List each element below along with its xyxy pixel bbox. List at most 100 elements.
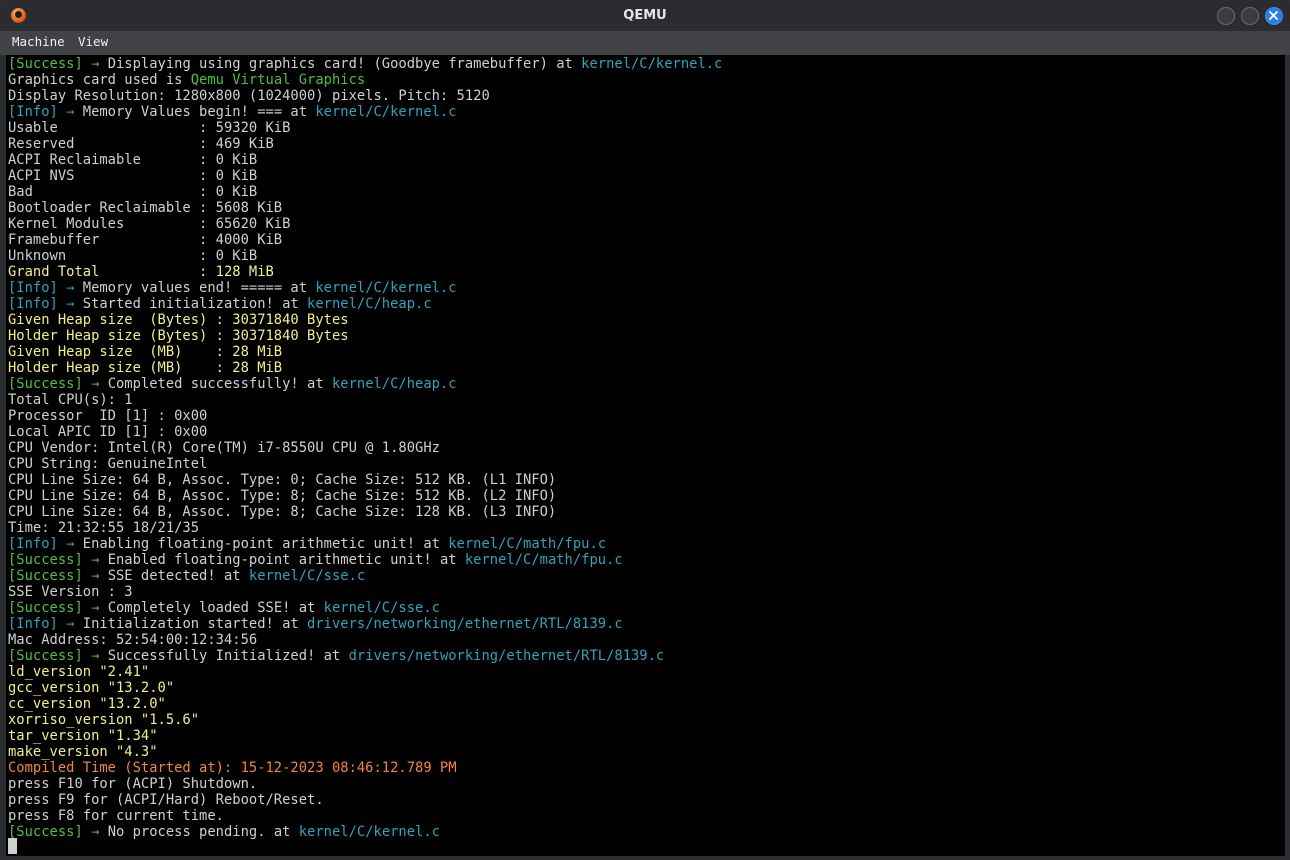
console-text: Reserved : 469 KiB (8, 136, 274, 152)
console-line: xorriso_version "1.5.6" (8, 712, 722, 728)
console-text: [Success] → (8, 56, 108, 72)
console-text: kernel/C/math/fpu.c (464, 552, 623, 568)
console-text: Time: 21:32:55 18/21/35 (8, 520, 200, 536)
console-line: Unknown : 0 KiB (8, 248, 722, 264)
console-text: [Success] → (8, 648, 108, 664)
console-line: [Success] → Completed successfully! at k… (8, 376, 722, 392)
qemu-window: QEMU Machine View [Success] → Displaying… (0, 0, 1290, 860)
window-title: QEMU (623, 8, 667, 23)
console-output: [Success] → Displaying using graphics ca… (8, 56, 722, 840)
console-line: Display Resolution: 1280x800 (1024000) p… (8, 88, 722, 104)
text-cursor (8, 838, 17, 854)
console-text: CPU String: GenuineIntel (8, 456, 208, 472)
console-text: CPU Line Size: 64 B, Assoc. Type: 8; Cac… (8, 488, 557, 504)
console-text: ACPI NVS : 0 KiB (8, 168, 258, 184)
console-text: Kernel Modules : 65620 KiB (8, 216, 291, 232)
console-line: [Success] → Displaying using graphics ca… (8, 56, 722, 72)
console-line: [Info] → Memory values end! ===== at ker… (8, 280, 722, 296)
console-text: Graphics card used is (8, 72, 191, 88)
console-line: Kernel Modules : 65620 KiB (8, 216, 722, 232)
console-text: cc_version "13.2.0" (8, 696, 166, 712)
console-line: [Info] → Initialization started! at driv… (8, 616, 722, 632)
console-text: CPU Line Size: 64 B, Assoc. Type: 8; Cac… (8, 504, 557, 520)
console-line: SSE Version : 3 (8, 584, 722, 600)
console-text: kernel/C/kernel.c (298, 824, 440, 840)
console-line: [Info] → Memory Values begin! === at ker… (8, 104, 722, 120)
console-text: Processor ID [1] : 0x00 (8, 408, 208, 424)
console-text: kernel/C/kernel.c (315, 104, 457, 120)
console-text: [Info] → (8, 616, 83, 632)
console-line: CPU String: GenuineIntel (8, 456, 722, 472)
console-line: Local APIC ID [1] : 0x00 (8, 424, 722, 440)
console-text: ACPI Reclaimable : 0 KiB (8, 152, 258, 168)
console-text: ld_version "2.41" (8, 664, 150, 680)
menu-view[interactable]: View (78, 31, 108, 55)
title-bar[interactable]: QEMU (0, 0, 1290, 31)
console-text: Completed successfully! at (107, 376, 332, 392)
console-line: make_version "4.3" (8, 744, 722, 760)
console-text: Given Heap size (MB) : 28 MiB (8, 344, 283, 360)
console-text: No process pending. at (107, 824, 299, 840)
console-text: Usable : 59320 KiB (8, 120, 291, 136)
console-text: [Info] → (8, 296, 83, 312)
console-line: press F10 for (ACPI) Shutdown. (8, 776, 722, 792)
console-line: Grand Total : 128 MiB (8, 264, 722, 280)
console-line: CPU Line Size: 64 B, Assoc. Type: 0; Cac… (8, 472, 722, 488)
console-text: kernel/C/heap.c (307, 296, 432, 312)
console-line: ACPI NVS : 0 KiB (8, 168, 722, 184)
console-text: [Info] → (8, 104, 83, 120)
console-text: Enabled floating-point arithmetic unit! … (107, 552, 465, 568)
console-line: tar_version "1.34" (8, 728, 722, 744)
console-text: Initialization started! at (82, 616, 308, 632)
console-line: Mac Address: 52:54:00:12:34:56 (8, 632, 722, 648)
console-text: CPU Line Size: 64 B, Assoc. Type: 0; Cac… (8, 472, 557, 488)
close-button[interactable] (1265, 7, 1283, 25)
console-line: [Success] → Completely loaded SSE! at ke… (8, 600, 722, 616)
console-line: Bootloader Reclaimable : 5608 KiB (8, 200, 722, 216)
console-text: kernel/C/math/fpu.c (448, 536, 607, 552)
console-text: Grand Total : 128 MiB (8, 264, 274, 280)
console-text: press F10 for (ACPI) Shutdown. (8, 776, 258, 792)
console-text: [Success] → (8, 376, 108, 392)
minimize-button[interactable] (1217, 7, 1235, 25)
console-text: Mac Address: 52:54:00:12:34:56 (8, 632, 258, 648)
console-line: CPU Vendor: Intel(R) Core(TM) i7-8550U C… (8, 440, 722, 456)
console-line: Given Heap size (MB) : 28 MiB (8, 344, 722, 360)
console-text: Holder Heap size (MB) : 28 MiB (8, 360, 283, 376)
console-text: Total CPU(s): 1 (8, 392, 133, 408)
console-text: Framebuffer : 4000 KiB (8, 232, 283, 248)
console-line: ld_version "2.41" (8, 664, 722, 680)
console-line: press F9 for (ACPI/Hard) Reboot/Reset. (8, 792, 722, 808)
console-line: [Success] → SSE detected! at kernel/C/ss… (8, 568, 722, 584)
console-line: Graphics card used is Qemu Virtual Graph… (8, 72, 722, 88)
console-line: [Info] → Started initialization! at kern… (8, 296, 722, 312)
console-text: press F8 for current time. (8, 808, 224, 824)
window-border (0, 856, 1290, 860)
console-line: Usable : 59320 KiB (8, 120, 722, 136)
console-line: [Success] → No process pending. at kerne… (8, 824, 722, 840)
console-text: press F9 for (ACPI/Hard) Reboot/Reset. (8, 792, 324, 808)
console-text: Given Heap size (Bytes) : 30371840 Bytes (8, 312, 349, 328)
console-text: kernel/C/kernel.c (315, 280, 457, 296)
console-text: [Success] → (8, 552, 108, 568)
menu-machine[interactable]: Machine (12, 31, 65, 55)
console-text: Display Resolution: 1280x800 (1024000) p… (8, 88, 490, 104)
console-line: Bad : 0 KiB (8, 184, 722, 200)
console-line: cc_version "13.2.0" (8, 696, 722, 712)
console-text: Successfully Initialized! at (107, 648, 349, 664)
console-line: ACPI Reclaimable : 0 KiB (8, 152, 722, 168)
console-line: [Info] → Enabling floating-point arithme… (8, 536, 722, 552)
maximize-button[interactable] (1241, 7, 1259, 25)
console-text: [Success] → (8, 600, 108, 616)
console-text: kernel/C/heap.c (331, 376, 457, 392)
console-text: kernel/C/sse.c (248, 568, 366, 584)
console-text: gcc_version "13.2.0" (8, 680, 175, 696)
console-line: Reserved : 469 KiB (8, 136, 722, 152)
menu-bar: Machine View (0, 31, 1290, 55)
console-line: CPU Line Size: 64 B, Assoc. Type: 8; Cac… (8, 504, 722, 520)
console-screen[interactable]: [Success] → Displaying using graphics ca… (6, 55, 1285, 856)
console-text: Qemu Virtual Graphics (190, 72, 366, 88)
console-text: kernel/C/kernel.c (581, 56, 723, 72)
console-text: Bad : 0 KiB (8, 184, 258, 200)
console-line: press F8 for current time. (8, 808, 722, 824)
